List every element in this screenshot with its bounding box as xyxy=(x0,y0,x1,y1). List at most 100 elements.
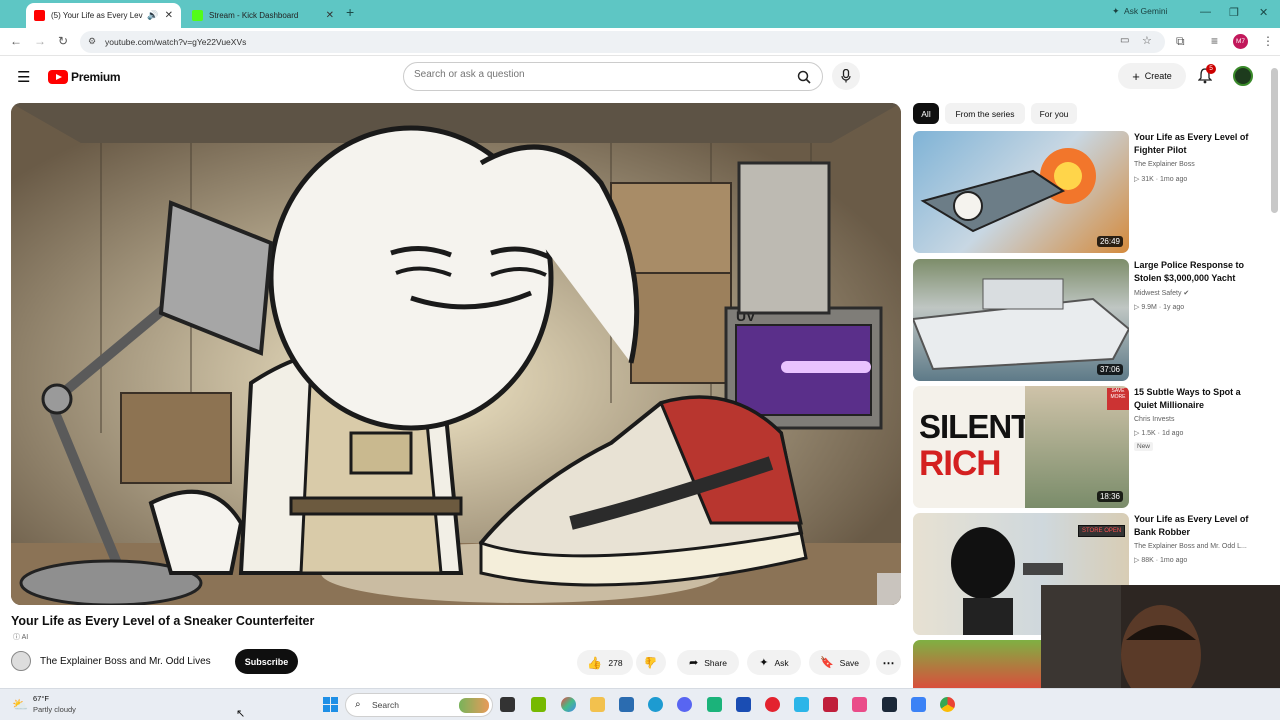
reload-icon[interactable]: ↻ xyxy=(58,34,68,48)
recommendation-item[interactable]: 26:49 Your Life as Every Level of Fighte… xyxy=(913,131,1273,253)
chip-for-you[interactable]: For you xyxy=(1031,103,1077,124)
channel-avatar[interactable] xyxy=(11,651,31,671)
address-bar[interactable]: ⚙ youtube.com/watch?v=gYe22VueXVs ▭ ☆ xyxy=(80,31,1165,53)
hamburger-menu-icon[interactable]: ☰ xyxy=(17,68,30,86)
close-tab-icon[interactable]: ✕ xyxy=(326,10,334,21)
meta-text: 31K · 1mo ago xyxy=(1141,176,1188,183)
search-box[interactable] xyxy=(403,62,823,91)
search-highlight-icon xyxy=(459,698,489,713)
recommendation-meta: ▷ 1.5K · 1d ago xyxy=(1134,429,1183,437)
recommendation-channel: The Explainer Boss and Mr. Odd L... xyxy=(1134,543,1247,550)
thumbnail-art xyxy=(913,278,1129,371)
chrome-icon[interactable] xyxy=(940,697,955,712)
gemini-icon[interactable]: ✦ xyxy=(1112,6,1120,17)
speaker-icon[interactable]: 🔊 xyxy=(147,10,158,21)
video-thumbnail[interactable]: SILENT RICH SAVE MORE 18:36 xyxy=(913,386,1129,508)
steam-icon[interactable] xyxy=(882,697,897,712)
channel-name[interactable]: The Explainer Boss and Mr. Odd Lives xyxy=(40,656,211,667)
video-thumbnail[interactable]: 26:49 xyxy=(913,131,1129,253)
new-badge: New xyxy=(1134,442,1154,451)
copilot-icon[interactable] xyxy=(561,697,576,712)
task-view-icon[interactable] xyxy=(500,697,515,712)
partly-cloudy-icon: ⛅ xyxy=(12,697,29,712)
recommendation-channel: Chris Invests xyxy=(1134,416,1175,423)
kick-favicon-icon xyxy=(192,10,203,21)
video-frame-illustration: UV xyxy=(11,103,901,605)
subscribe-button[interactable]: Subscribe xyxy=(235,649,298,674)
recommendation-channel: Midwest Safety ✔ xyxy=(1134,289,1189,297)
profile-avatar[interactable]: M7 xyxy=(1233,34,1248,49)
dislike-button[interactable]: 👍 xyxy=(636,650,666,675)
like-button[interactable]: 👍 278 xyxy=(577,650,633,675)
recommendation-item[interactable]: 37:06 Large Police Response to Stolen $3… xyxy=(913,259,1273,381)
voice-search-button[interactable] xyxy=(832,62,860,90)
recommendation-title: 15 Subtle Ways to Spot a Quiet Millionai… xyxy=(1134,387,1241,410)
extensions-icon[interactable]: ⧉ xyxy=(1176,34,1185,49)
menu-kebab-icon[interactable]: ⋮ xyxy=(1262,34,1274,48)
video-thumbnail[interactable] xyxy=(913,640,1041,688)
weather-description[interactable]: Partly cloudy xyxy=(33,705,76,714)
taskbar-search[interactable]: ⌕ Search xyxy=(345,693,493,717)
cast-icon[interactable]: ▭ xyxy=(1120,35,1129,46)
video-player[interactable]: UV xyxy=(11,103,901,605)
meta-text: 88K · 1mo ago xyxy=(1141,557,1188,564)
weather-temp[interactable]: 67°F xyxy=(33,694,49,703)
edge-icon[interactable] xyxy=(648,697,663,712)
file-explorer-icon[interactable] xyxy=(590,697,605,712)
account-avatar[interactable] xyxy=(1233,66,1253,86)
close-tab-icon[interactable]: ✕ xyxy=(165,10,173,21)
chip-from-the-series[interactable]: From the series xyxy=(945,103,1025,124)
ai-label: AI xyxy=(21,634,29,641)
minimize-icon[interactable]: — xyxy=(1200,6,1211,18)
recommendation-title: Large Police Response to Stolen $3,000,0… xyxy=(1134,260,1245,283)
ask-gemini-button[interactable]: Ask Gemini xyxy=(1124,6,1167,16)
share-button[interactable]: ➦ Share xyxy=(677,650,739,675)
plus-icon: + xyxy=(1132,68,1140,84)
app-blue-icon[interactable] xyxy=(911,697,926,712)
music-icon[interactable] xyxy=(852,697,867,712)
windows-taskbar: ⛅ 67°F Partly cloudy ⌕ Search ↖ xyxy=(0,688,1280,720)
nvidia-icon[interactable] xyxy=(531,697,546,712)
video-thumbnail[interactable]: 37:06 xyxy=(913,259,1129,381)
reading-list-icon[interactable]: ≡ xyxy=(1211,34,1218,48)
adobe-icon[interactable] xyxy=(823,697,838,712)
notification-count-badge: 5 xyxy=(1206,64,1216,74)
save-button[interactable]: 🔖 Save xyxy=(809,650,870,675)
discord-icon[interactable] xyxy=(677,697,692,712)
opera-icon[interactable] xyxy=(765,697,780,712)
notifications-button[interactable]: 5 xyxy=(1197,64,1216,89)
recommendation-item[interactable]: SILENT RICH SAVE MORE 18:36 15 Subtle Wa… xyxy=(913,386,1273,508)
site-info-icon[interactable]: ⚙ xyxy=(88,36,96,47)
info-icon: ⓘ xyxy=(13,634,20,641)
more-horizontal-icon: ⋯ xyxy=(882,655,895,670)
logo-premium-text: Premium xyxy=(71,70,121,84)
save-label: Save xyxy=(839,657,860,668)
browser-toolbar: ← → ↻ ⚙ youtube.com/watch?v=gYe22VueXVs … xyxy=(0,28,1280,56)
app-icon[interactable] xyxy=(736,697,751,712)
app-f-icon[interactable] xyxy=(794,697,809,712)
close-window-icon[interactable]: ✕ xyxy=(1259,6,1268,19)
search-input[interactable] xyxy=(414,69,784,80)
search-button[interactable] xyxy=(786,63,822,90)
more-actions-button[interactable]: ⋯ xyxy=(876,650,901,675)
ask-button[interactable]: ✦ Ask xyxy=(747,650,801,675)
store-icon[interactable] xyxy=(619,697,634,712)
page-scrollbar[interactable] xyxy=(1271,68,1278,213)
create-button[interactable]: + Create xyxy=(1118,63,1186,89)
thumb-silent-text: SILENT xyxy=(919,408,1031,445)
new-tab-button[interactable]: + xyxy=(346,4,354,20)
windows-start-icon[interactable] xyxy=(323,697,339,713)
bookmark-star-icon[interactable]: ☆ xyxy=(1142,34,1152,47)
chip-all[interactable]: All xyxy=(913,103,939,124)
back-icon[interactable]: ← xyxy=(10,34,22,48)
maximize-icon[interactable]: ❐ xyxy=(1229,6,1239,19)
thumb-sign: SAVE MORE xyxy=(1107,388,1129,410)
tab-kick[interactable]: Stream - Kick Dashboard ✕ xyxy=(184,3,342,28)
tab-youtube[interactable]: (5) Your Life as Every Level o 🔊 ✕ xyxy=(26,3,181,28)
recommendation-title: Your Life as Every Level of Fighter Pilo… xyxy=(1134,132,1249,155)
android-studio-icon[interactable] xyxy=(707,697,722,712)
youtube-logo[interactable]: Premium xyxy=(48,70,121,84)
ai-disclosure-label[interactable]: ⓘ AI xyxy=(13,632,28,642)
taskbar-search-label: Search xyxy=(372,700,399,710)
forward-icon[interactable]: → xyxy=(34,34,46,48)
